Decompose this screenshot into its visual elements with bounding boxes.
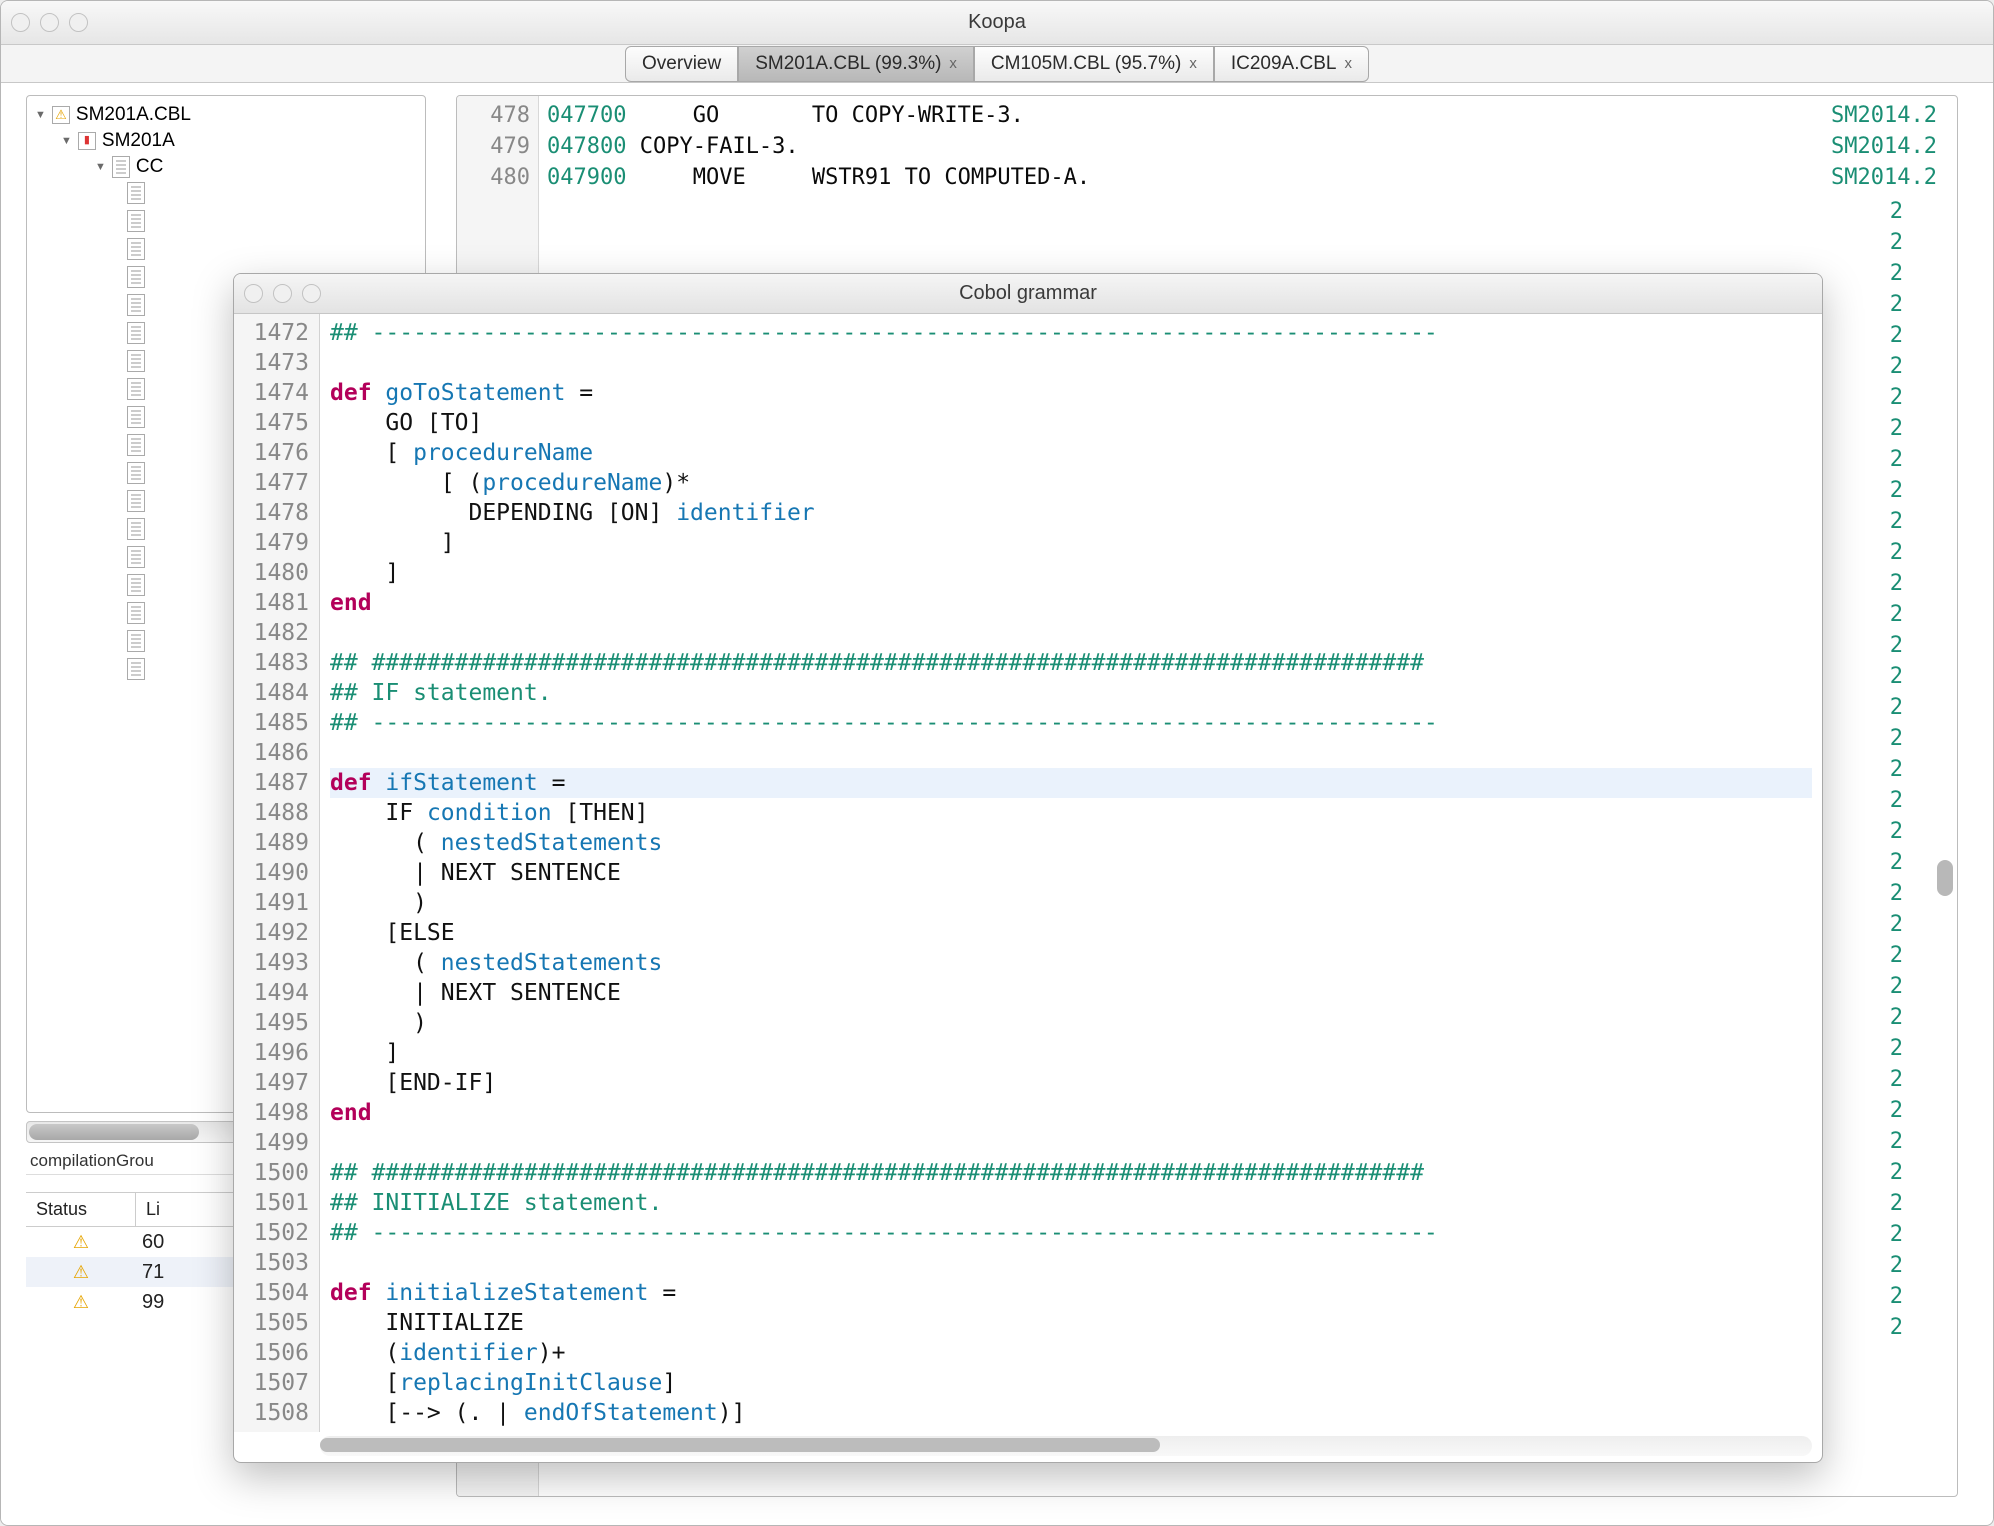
status-line: 99: [136, 1291, 164, 1314]
scrollbar-thumb[interactable]: [1937, 860, 1953, 896]
warning-icon: ⚠: [26, 1232, 136, 1253]
tab-label: SM201A.CBL (99.3%): [755, 53, 941, 75]
editor-code[interactable]: 047700 GO TO COPY-WRITE-3. 047800 COPY-F…: [547, 100, 1737, 193]
grammar-hscroll[interactable]: [320, 1436, 1812, 1456]
main-window: Koopa Overview SM201A.CBL (99.3%) x CM10…: [0, 0, 1994, 1526]
content-area: ▼ SM201A.CBL ▼ SM201A ▼ CC: [1, 83, 1993, 1525]
tab-overview[interactable]: Overview: [625, 46, 738, 82]
document-icon: [127, 602, 145, 624]
document-icon: [127, 546, 145, 568]
document-icon: [127, 378, 145, 400]
scrollbar-thumb[interactable]: [320, 1438, 1160, 1452]
disclosure-icon[interactable]: ▼: [61, 135, 72, 147]
document-icon: [112, 156, 130, 178]
tree-label: SM201A: [102, 130, 175, 152]
tab-cm105m[interactable]: CM105M.CBL (95.7%) x: [974, 46, 1214, 82]
tab-bar: Overview SM201A.CBL (99.3%) x CM105M.CBL…: [1, 45, 1993, 83]
document-icon: [127, 490, 145, 512]
tab-ic209a[interactable]: IC209A.CBL x: [1214, 46, 1369, 82]
tree-label: CC: [136, 156, 163, 178]
warning-icon: ⚠: [26, 1292, 136, 1313]
document-icon: [127, 434, 145, 456]
scrollbar-thumb[interactable]: [29, 1124, 199, 1140]
document-icon: [127, 238, 145, 260]
program-icon: [78, 132, 96, 150]
document-icon: [127, 462, 145, 484]
tab-label: CM105M.CBL (95.7%): [991, 53, 1181, 75]
warning-icon: [52, 106, 70, 124]
status-line: 71: [136, 1261, 164, 1284]
warning-icon: ⚠: [26, 1262, 136, 1283]
tree-row-file[interactable]: ▼ SM201A.CBL: [27, 102, 425, 128]
document-icon: [127, 630, 145, 652]
disclosure-icon[interactable]: ▼: [35, 109, 46, 121]
tab-label: IC209A.CBL: [1231, 53, 1337, 75]
document-icon: [127, 182, 145, 204]
document-icon: [127, 518, 145, 540]
document-icon: [127, 658, 145, 680]
right-col-stub: 2 2 2 2 2 2 2 2 2 2 2 2 2 2 2 2 2 2 2 2 …: [1890, 196, 1903, 1343]
editor-right-margin: SM2014.2 SM2014.2 SM2014.2: [1831, 100, 1937, 193]
tree-row-node[interactable]: ▼ CC: [27, 154, 425, 180]
close-tab-icon[interactable]: x: [1344, 55, 1352, 72]
grammar-title: Cobol grammar: [234, 282, 1822, 305]
tree-leaf[interactable]: [119, 236, 425, 264]
titlebar: Koopa: [1, 1, 1993, 45]
col-status[interactable]: Status: [26, 1193, 136, 1226]
document-icon: [127, 406, 145, 428]
document-icon: [127, 350, 145, 372]
close-tab-icon[interactable]: x: [1189, 55, 1197, 72]
document-icon: [127, 210, 145, 232]
document-icon: [127, 574, 145, 596]
grammar-editor[interactable]: 1472 1473 1474 1475 1476 1477 1478 1479 …: [234, 314, 1822, 1432]
grammar-window[interactable]: Cobol grammar 1472 1473 1474 1475 1476 1…: [233, 273, 1823, 1463]
document-icon: [127, 322, 145, 344]
disclosure-icon[interactable]: ▼: [95, 161, 106, 173]
tree-leaf[interactable]: [119, 208, 425, 236]
grammar-gutter: 1472 1473 1474 1475 1476 1477 1478 1479 …: [234, 314, 320, 1432]
tree-row-program[interactable]: ▼ SM201A: [27, 128, 425, 154]
grammar-titlebar: Cobol grammar: [234, 274, 1822, 314]
status-line: 60: [136, 1231, 164, 1254]
grammar-code[interactable]: ## -------------------------------------…: [330, 318, 1812, 1432]
tab-label: Overview: [642, 53, 721, 75]
close-tab-icon[interactable]: x: [949, 55, 957, 72]
tab-sm201a[interactable]: SM201A.CBL (99.3%) x: [738, 46, 974, 82]
breadcrumb-text: compilationGrou: [30, 1151, 154, 1171]
editor-vscroll[interactable]: [1933, 100, 1953, 1492]
tree-label: SM201A.CBL: [76, 104, 191, 126]
document-icon: [127, 266, 145, 288]
document-icon: [127, 294, 145, 316]
window-title: Koopa: [1, 11, 1993, 34]
tree-leaf[interactable]: [119, 180, 425, 208]
